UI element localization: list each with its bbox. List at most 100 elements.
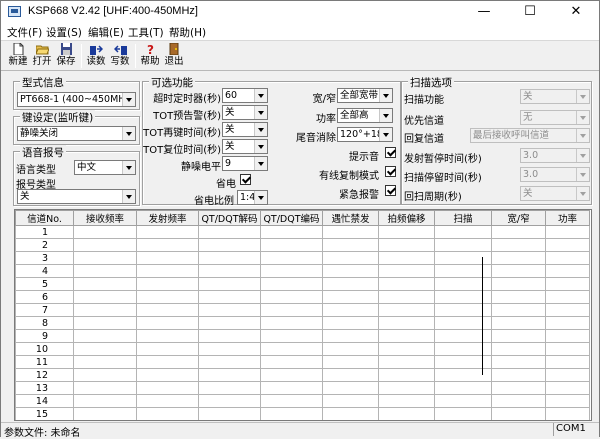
table-cell[interactable] xyxy=(491,381,546,395)
table-cell[interactable] xyxy=(491,303,546,317)
table-cell[interactable] xyxy=(136,238,199,252)
table-row[interactable]: 6 xyxy=(15,290,590,304)
table-cell[interactable] xyxy=(491,225,546,239)
table-cell[interactable] xyxy=(136,342,199,356)
write-button[interactable]: 写数 xyxy=(109,43,131,70)
table-cell[interactable] xyxy=(137,421,199,422)
help-button[interactable]: ? 帮助 xyxy=(139,43,161,70)
table-cell[interactable] xyxy=(434,394,492,408)
table-cell[interactable] xyxy=(260,225,323,239)
table-cell[interactable] xyxy=(491,251,546,265)
clone-mode-checkbox[interactable] xyxy=(385,166,396,177)
column-header[interactable]: 扫描 xyxy=(434,210,492,226)
table-cell[interactable] xyxy=(73,368,137,382)
channel-number-cell[interactable]: 3 xyxy=(15,251,74,265)
table-cell[interactable] xyxy=(73,381,137,395)
table-cell[interactable] xyxy=(198,381,261,395)
table-cell[interactable] xyxy=(322,329,379,343)
table-cell[interactable] xyxy=(322,355,379,369)
power-save-checkbox[interactable] xyxy=(240,174,251,185)
channel-number-cell[interactable]: 7 xyxy=(15,303,74,317)
table-row[interactable]: 3 xyxy=(15,251,590,265)
timeout-select[interactable]: 60 xyxy=(222,88,268,103)
table-cell[interactable] xyxy=(136,303,199,317)
table-cell[interactable] xyxy=(434,238,492,252)
table-cell[interactable] xyxy=(198,238,261,252)
table-cell[interactable] xyxy=(260,303,323,317)
table-cell[interactable] xyxy=(378,303,435,317)
table-cell[interactable] xyxy=(73,316,137,330)
channel-number-cell[interactable]: 16 xyxy=(16,421,74,422)
table-cell[interactable] xyxy=(136,316,199,330)
table-cell[interactable] xyxy=(136,290,199,304)
table-cell[interactable] xyxy=(198,407,261,420)
table-cell[interactable] xyxy=(260,264,323,278)
tot-rekey-select[interactable]: 关 xyxy=(222,122,268,137)
table-cell[interactable] xyxy=(545,251,590,265)
table-row[interactable]: 9 xyxy=(15,329,590,343)
table-cell[interactable] xyxy=(378,394,435,408)
read-button[interactable]: 读数 xyxy=(85,43,107,70)
table-cell[interactable] xyxy=(378,381,435,395)
table-cell[interactable] xyxy=(378,342,435,356)
table-cell[interactable] xyxy=(491,290,546,304)
channel-number-cell[interactable]: 13 xyxy=(15,381,74,395)
table-cell[interactable] xyxy=(74,421,137,422)
table-cell[interactable] xyxy=(73,342,137,356)
table-cell[interactable] xyxy=(136,394,199,408)
table-cell[interactable] xyxy=(73,264,137,278)
table-cell[interactable] xyxy=(73,290,137,304)
table-cell[interactable] xyxy=(198,329,261,343)
table-cell[interactable] xyxy=(491,368,546,382)
model-select[interactable]: PT668-1 (400~450MHz) xyxy=(17,92,136,107)
table-cell[interactable] xyxy=(198,277,261,291)
table-row[interactable]: 10 xyxy=(15,342,590,356)
table-cell[interactable] xyxy=(73,407,137,420)
save-button[interactable]: 保存 xyxy=(55,43,77,70)
squelch-select[interactable]: 9 xyxy=(222,156,268,171)
new-button[interactable]: 新建 xyxy=(7,42,29,70)
table-cell[interactable] xyxy=(260,394,323,408)
table-row[interactable]: 4 xyxy=(15,264,590,278)
table-cell[interactable] xyxy=(260,368,323,382)
table-cell[interactable] xyxy=(378,407,435,420)
table-cell[interactable] xyxy=(322,277,379,291)
table-cell[interactable] xyxy=(322,303,379,317)
table-cell[interactable] xyxy=(322,316,379,330)
return-period-select[interactable]: 关 xyxy=(520,186,590,201)
table-cell[interactable] xyxy=(491,394,546,408)
table-cell[interactable] xyxy=(491,355,546,369)
channel-number-cell[interactable]: 5 xyxy=(15,277,74,291)
channel-number-cell[interactable]: 2 xyxy=(15,238,74,252)
table-cell[interactable] xyxy=(198,394,261,408)
table-cell[interactable] xyxy=(73,329,137,343)
table-row[interactable]: 16 xyxy=(16,421,590,422)
power-select[interactable]: 全部高 xyxy=(337,108,393,123)
report-type-select[interactable]: 关 xyxy=(17,189,136,204)
key-setting-select[interactable]: 静噪关闭 xyxy=(17,126,136,141)
close-button[interactable]: ✕ xyxy=(553,1,599,23)
channel-number-cell[interactable]: 4 xyxy=(15,264,74,278)
channel-number-cell[interactable]: 11 xyxy=(15,355,74,369)
column-header[interactable]: 接收频率 xyxy=(73,210,137,226)
table-cell[interactable] xyxy=(491,342,546,356)
table-cell[interactable] xyxy=(322,238,379,252)
table-cell[interactable] xyxy=(378,290,435,304)
table-cell[interactable] xyxy=(136,277,199,291)
table-cell[interactable] xyxy=(322,394,379,408)
menu-help[interactable]: 帮助(H) xyxy=(169,25,206,40)
beep-checkbox[interactable] xyxy=(385,147,396,158)
table-cell[interactable] xyxy=(73,394,137,408)
priority-channel-select[interactable]: 无 xyxy=(520,110,590,125)
channel-number-cell[interactable]: 1 xyxy=(15,225,74,239)
table-cell[interactable] xyxy=(73,277,137,291)
table-cell[interactable] xyxy=(260,238,323,252)
emergency-alarm-checkbox[interactable] xyxy=(385,185,396,196)
table-cell[interactable] xyxy=(379,421,435,422)
column-header[interactable]: QT/DQT编码 xyxy=(260,210,323,226)
table-cell[interactable] xyxy=(491,264,546,278)
table-cell[interactable] xyxy=(322,407,379,420)
minimize-button[interactable]: — xyxy=(461,1,507,23)
table-cell[interactable] xyxy=(492,421,546,422)
channel-number-cell[interactable]: 10 xyxy=(15,342,74,356)
